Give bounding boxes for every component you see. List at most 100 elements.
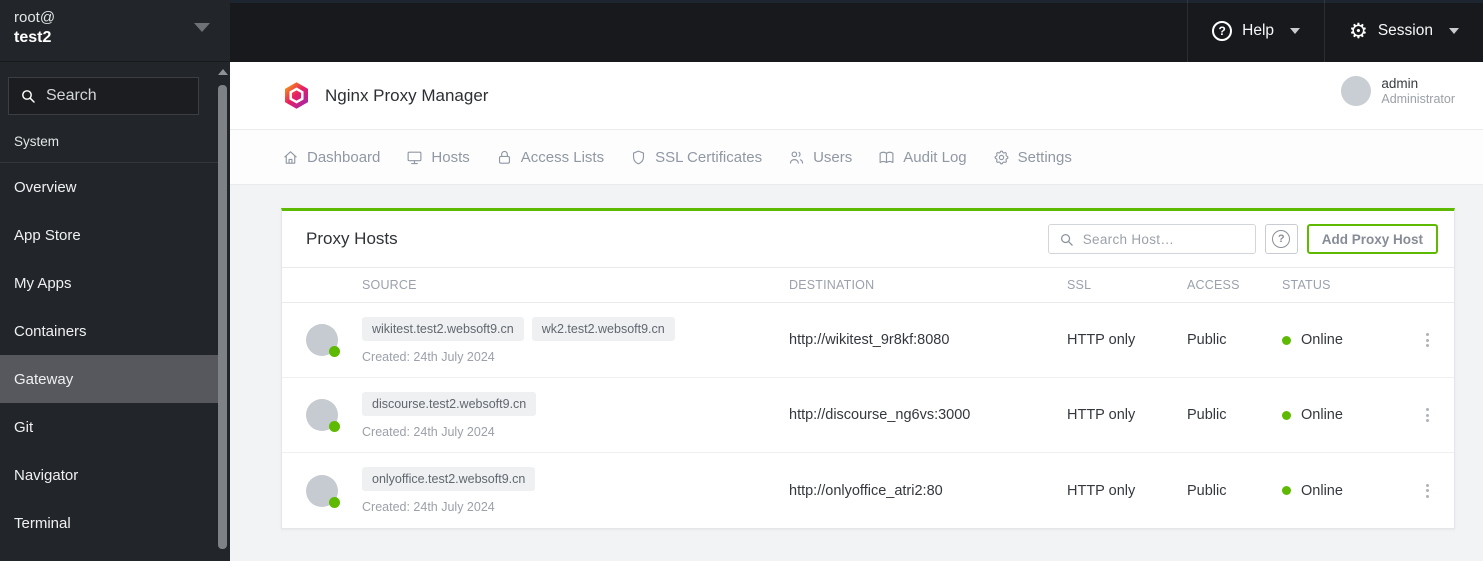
app-header: Nginx Proxy Manager admin Administrator (230, 62, 1483, 130)
chevron-down-icon (194, 23, 210, 32)
sidebar-item-navigator[interactable]: Navigator (0, 451, 218, 499)
destination-cell: http://wikitest_9r8kf:8080 (789, 332, 950, 348)
proxy-host-row[interactable]: discourse.test2.websoft9.cn Created: 24th… (282, 378, 1454, 453)
destination-cell: http://discourse_ng6vs:3000 (789, 407, 971, 423)
sidebar-item-gateway[interactable]: Gateway (0, 355, 218, 403)
tab-label: Dashboard (307, 148, 381, 166)
created-date: Created: 24th July 2024 (362, 349, 495, 364)
sidebar-item-terminal[interactable]: Terminal (0, 499, 218, 547)
tab-label: Users (813, 148, 853, 166)
book-icon (878, 149, 895, 166)
tab-label: SSL Certificates (655, 148, 763, 166)
avatar (1341, 76, 1372, 106)
access-cell: Public (1187, 407, 1227, 423)
access-cell: Public (1187, 482, 1227, 499)
main-area: Nginx Proxy Manager admin Administrator … (230, 62, 1483, 561)
column-header-destination: DESTINATION (789, 278, 875, 292)
app-brand[interactable]: Nginx Proxy Manager (282, 81, 488, 110)
sidebar-user-menu[interactable]: root@ test2 (0, 0, 230, 62)
tab-hosts[interactable]: Hosts (406, 149, 470, 166)
source-domain-chip: wikitest.test2.websoft9.cn (362, 316, 524, 341)
add-proxy-host-button[interactable]: Add Proxy Host (1306, 224, 1438, 254)
session-menu-button[interactable]: ⚙ Session (1324, 0, 1483, 62)
status-badge: Online (1301, 332, 1343, 348)
sidebar-search-input[interactable] (46, 87, 187, 105)
tab-label: Settings (1017, 148, 1072, 166)
column-header-ssl: SSL (1067, 278, 1092, 292)
sidebar-item-my-apps[interactable]: My Apps (0, 259, 218, 307)
status-dot-icon (1282, 335, 1291, 345)
tab-access-lists[interactable]: Access Lists (496, 149, 604, 166)
sidebar-item-containers[interactable]: Containers (0, 307, 218, 355)
status-cell: Online (1282, 332, 1401, 348)
sidebar-user-host: root@ (14, 9, 56, 26)
scroll-up-arrow-icon[interactable] (217, 69, 228, 75)
table-header-row: SOURCE DESTINATION SSL ACCESS STATUS (282, 267, 1454, 303)
host-avatar (306, 474, 340, 508)
nginx-proxy-manager-logo-icon (285, 82, 308, 109)
source-domain-chip: onlyoffice.test2.websoft9.cn (362, 467, 536, 491)
tab-audit-log[interactable]: Audit Log (878, 148, 967, 166)
users-icon (788, 149, 805, 166)
chevron-down-icon (1290, 28, 1301, 34)
scrollbar-thumb[interactable] (218, 85, 227, 549)
row-menu-kebab-icon[interactable] (1422, 329, 1433, 351)
sidebar-scrollbar[interactable] (217, 64, 228, 561)
gear-icon: ⚙ (1349, 19, 1368, 43)
proxy-host-row[interactable]: wikitest.test2.websoft9.cn wk2.test2.webs… (282, 303, 1454, 378)
table-body: wikitest.test2.websoft9.cn wk2.test2.webs… (282, 303, 1454, 528)
created-date: Created: 24th July 2024 (362, 424, 495, 439)
sidebar-user-name: test2 (14, 29, 52, 46)
user-name: admin (1381, 76, 1419, 91)
tab-ssl-certificates[interactable]: SSL Certificates (630, 149, 762, 166)
help-circle-icon: ? (1212, 21, 1233, 41)
created-date: Created: 24th July 2024 (362, 500, 495, 514)
status-dot-icon (1282, 486, 1291, 495)
app-nav-tabs: Dashboard Hosts Access Lists SSL Certificat… (230, 130, 1483, 185)
status-cell: Online (1282, 407, 1401, 423)
status-badge: Online (1301, 482, 1343, 499)
source-cell: onlyoffice.test2.websoft9.cn Created: 24t… (362, 467, 789, 514)
proxy-host-row[interactable]: onlyoffice.test2.websoft9.cn Created: 24t… (282, 453, 1454, 528)
row-menu-kebab-icon[interactable] (1422, 404, 1433, 426)
ssl-cell: HTTP only (1067, 407, 1136, 423)
sidebar-item-app-store[interactable]: App Store (0, 211, 218, 259)
source-cell: discourse.test2.websoft9.cn Created: 24th… (362, 391, 789, 439)
search-icon (1060, 233, 1073, 246)
user-role: Administrator (1381, 92, 1455, 106)
ssl-cell: HTTP only (1067, 482, 1136, 499)
help-menu-label: Help (1242, 22, 1275, 39)
tab-users[interactable]: Users (788, 149, 852, 166)
host-search-input[interactable] (1082, 231, 1245, 247)
lock-icon (496, 149, 513, 166)
source-domain-chip: discourse.test2.websoft9.cn (362, 391, 537, 416)
user-menu[interactable]: admin Administrator (1341, 76, 1455, 106)
online-dot-icon (329, 421, 340, 432)
home-icon (282, 149, 299, 166)
column-header-source: SOURCE (362, 278, 417, 292)
app-title: Nginx Proxy Manager (325, 85, 489, 105)
content-area: Proxy Hosts ? Add Proxy Host SOURCE DESTI… (230, 185, 1483, 529)
sidebar-section-label: System (0, 115, 218, 163)
column-header-status: STATUS (1282, 278, 1331, 292)
ssl-cell: HTTP only (1067, 332, 1136, 348)
online-dot-icon (329, 496, 340, 508)
tab-label: Audit Log (903, 148, 967, 166)
host-avatar (306, 399, 340, 432)
page-title: Proxy Hosts (306, 229, 398, 248)
status-dot-icon (1282, 410, 1291, 420)
sidebar-item-git[interactable]: Git (0, 403, 218, 451)
sidebar: root@ test2 System OverviewApp StoreMy A… (0, 0, 230, 561)
tab-dashboard[interactable]: Dashboard (282, 149, 380, 166)
session-menu-label: Session (1377, 22, 1433, 39)
help-menu-button[interactable]: ? Help (1187, 0, 1324, 62)
sidebar-item-overview[interactable]: Overview (0, 163, 218, 211)
online-dot-icon (329, 346, 340, 357)
host-search-box (1047, 224, 1256, 254)
tab-settings[interactable]: Settings (993, 149, 1072, 166)
proxy-hosts-panel: Proxy Hosts ? Add Proxy Host SOURCE DESTI… (281, 208, 1455, 529)
row-menu-kebab-icon[interactable] (1422, 480, 1433, 502)
status-badge: Online (1301, 407, 1343, 423)
table-help-button[interactable]: ? (1264, 224, 1298, 254)
source-domain-chip: wk2.test2.websoft9.cn (531, 316, 675, 341)
